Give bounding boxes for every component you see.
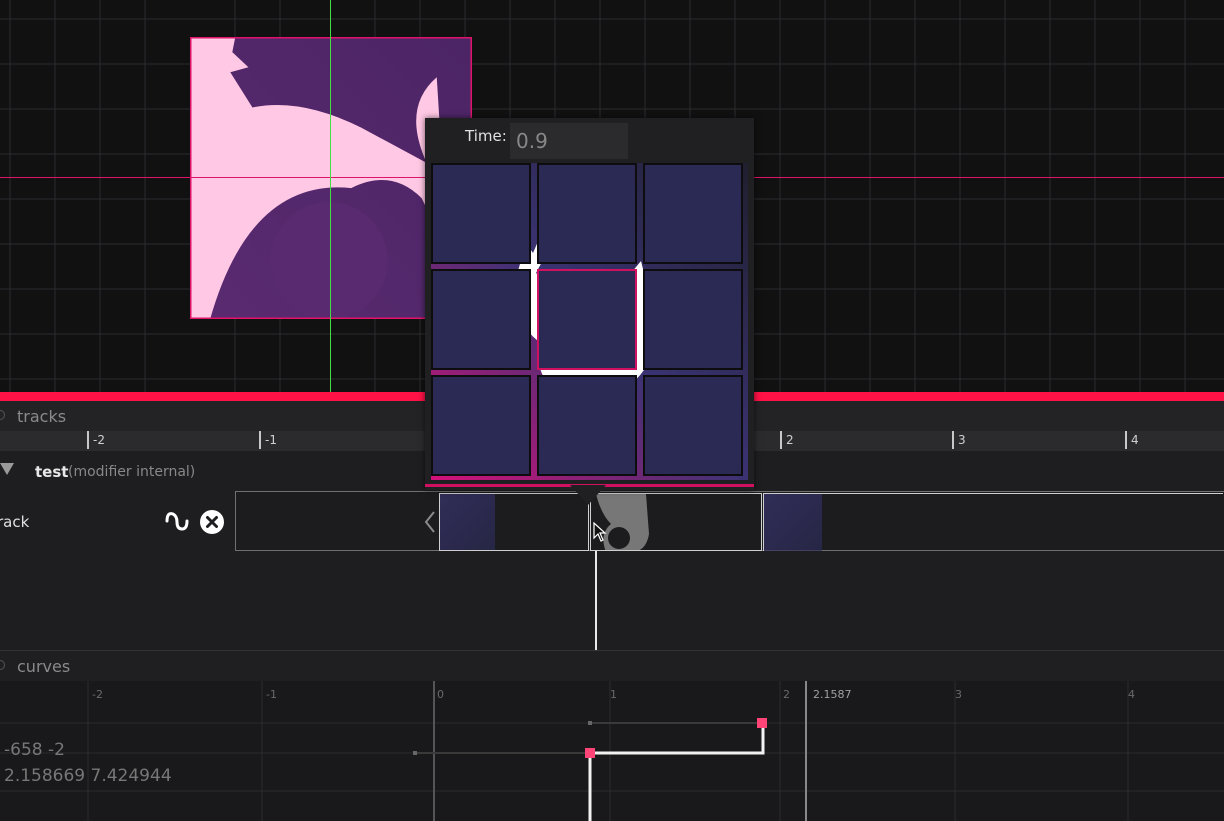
curve-tick-label: -2 (92, 688, 103, 701)
curve-readout: -658 -2 (4, 740, 65, 760)
playhead[interactable] (595, 551, 597, 650)
frame-cell[interactable] (431, 269, 531, 370)
vertical-guide (330, 0, 331, 392)
curve-tick-label: -1 (266, 688, 277, 701)
tracks-header-label: tracks (17, 407, 67, 426)
curve-tick-label: 1 (610, 688, 617, 701)
time-label: Time: (465, 127, 507, 145)
group-name: test (35, 463, 69, 481)
keyframe-diamond-icon[interactable] (424, 511, 440, 533)
collapse-icon[interactable] (0, 660, 5, 670)
group-subtitle: (modifier internal) (68, 464, 196, 480)
frame-cell[interactable] (431, 163, 531, 264)
frame-cell[interactable] (431, 375, 531, 476)
expand-triangle-icon[interactable] (0, 463, 14, 475)
curves-header-label: curves (17, 657, 71, 676)
curve-editor[interactable]: -2 -1 0 1 2 3 4 2.1587 (0, 681, 1224, 821)
curve-tick-label: 4 (1128, 688, 1135, 701)
track-lane[interactable] (235, 491, 1224, 551)
ruler-tick (952, 431, 954, 449)
curve-tick-label: 2 (783, 688, 790, 701)
remove-icon[interactable] (199, 509, 225, 535)
curve-tick-label: 0 (437, 688, 444, 701)
popup-pointer (570, 485, 606, 505)
frame-picker-popup: Time: (425, 118, 754, 505)
frame-cell[interactable] (643, 375, 743, 476)
frame-grid (431, 163, 748, 480)
track-label: rack (0, 513, 30, 531)
frame-cell[interactable] (537, 163, 637, 264)
frame-cell[interactable] (537, 375, 637, 476)
curve-icon[interactable] (164, 509, 190, 533)
cursor-time-label: 2.1587 (813, 688, 852, 701)
keyframe-thumbnail (764, 494, 822, 551)
frame-cell[interactable] (643, 163, 743, 264)
curve-handle[interactable] (588, 721, 592, 725)
ruler-tick (1125, 431, 1127, 449)
keyframe-block[interactable] (763, 493, 1223, 551)
curve-keyframe[interactable] (757, 718, 767, 728)
ruler-tick (87, 431, 89, 449)
keyframe-block[interactable] (590, 493, 762, 551)
frame-cell[interactable] (643, 269, 743, 370)
frame-cell-selected[interactable] (537, 269, 637, 370)
collapse-icon[interactable] (0, 410, 5, 420)
ruler-tick-label: 3 (958, 433, 966, 447)
mouse-cursor-icon (593, 522, 607, 542)
curve-readout: 2.158669 7.424944 (4, 766, 172, 786)
ruler-tick-label: -1 (265, 433, 277, 447)
curve-keyframe[interactable] (585, 748, 595, 758)
keyframe-block[interactable] (439, 493, 589, 551)
curves-header[interactable]: curves (0, 651, 1224, 681)
keyframe-thumbnail (440, 494, 495, 550)
ruler-tick (780, 431, 782, 449)
ruler-tick-label: 4 (1131, 433, 1139, 447)
curve-handle[interactable] (413, 751, 417, 755)
ruler-tick-label: 2 (786, 433, 794, 447)
curves-panel: curves -2 -1 0 1 2 3 4 2.1587 -658 -2 2.… (0, 650, 1224, 821)
ruler-tick (259, 431, 261, 449)
ruler-tick-label: -2 (93, 433, 105, 447)
time-input[interactable] (510, 123, 628, 159)
curve-tick-label: 3 (955, 688, 962, 701)
track-row[interactable]: rack (0, 491, 1224, 553)
